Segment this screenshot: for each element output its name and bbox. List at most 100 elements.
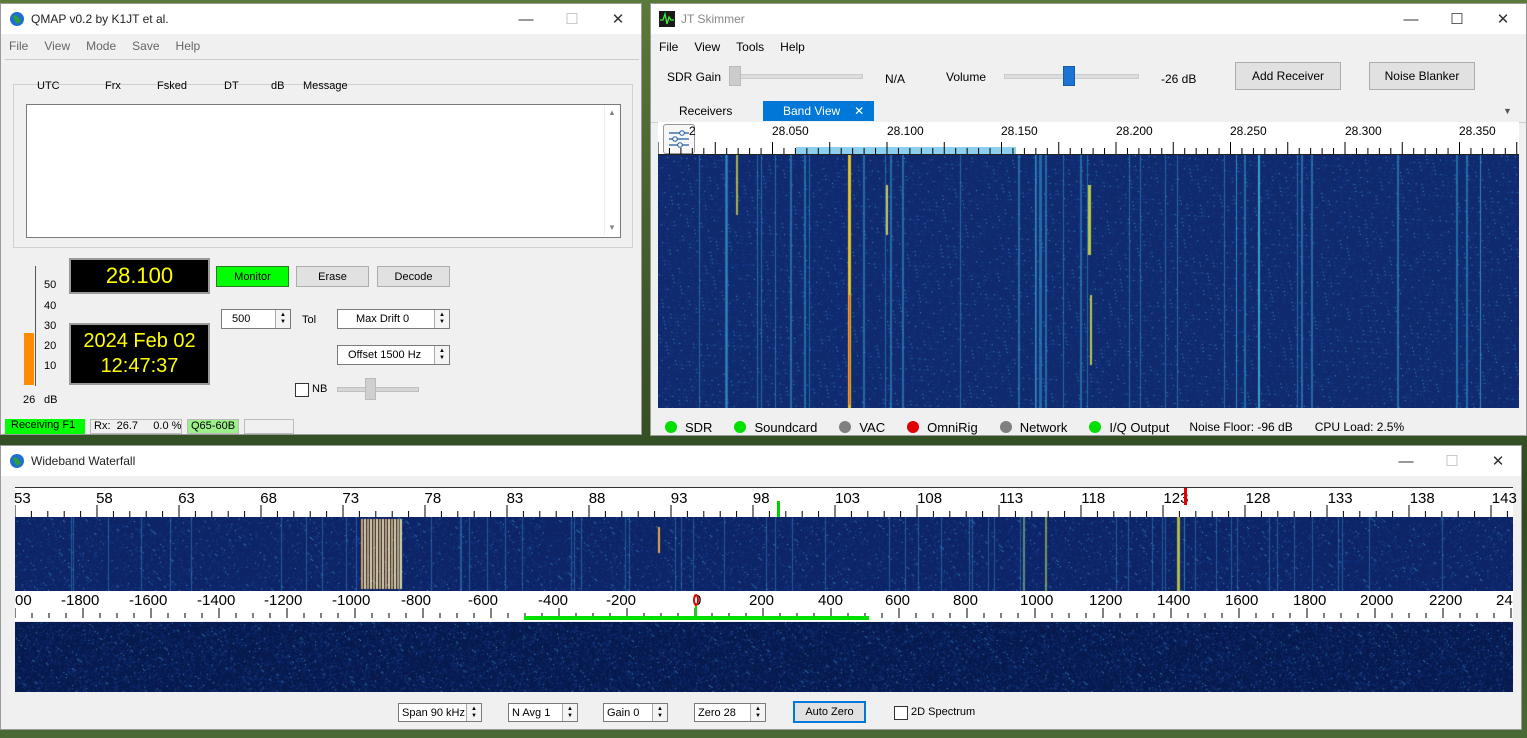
dial-marker-red[interactable]	[1184, 488, 1187, 505]
scale-tick-label: 98	[752, 490, 770, 507]
menu-mode[interactable]: Mode	[78, 39, 124, 53]
spin-arrows-icon[interactable]: ▲ ▼	[275, 310, 290, 328]
meter-tick-20: 20	[44, 340, 57, 352]
volume-slider-handle[interactable]	[1063, 66, 1075, 86]
qmap-titlebar[interactable]: QMAP v0.2 by K1JT et al. — ☐ ✕	[1, 4, 641, 34]
globe-icon	[9, 11, 25, 27]
globe-icon	[9, 453, 25, 469]
spin-arrows-icon[interactable]: ▲ ▼	[652, 704, 667, 721]
waterfall-canvas	[15, 517, 1513, 591]
add-receiver-button[interactable]: Add Receiver	[1235, 62, 1341, 90]
maximize-icon[interactable]: ☐	[1434, 4, 1480, 34]
minimize-icon[interactable]: —	[1383, 446, 1429, 476]
tab-receivers[interactable]: Receivers	[679, 104, 732, 118]
scale-tick-label: -1800	[61, 592, 100, 609]
spin-arrows-icon[interactable]: ▲ ▼	[434, 310, 449, 328]
spectrum-2d-checkbox[interactable]	[894, 706, 908, 720]
tol-value: 500	[232, 313, 251, 325]
wideband-window: Wideband Waterfall — ☐ ✕ 53 58 63 68 73 78 83 8…	[0, 445, 1522, 730]
menu-view[interactable]: View	[36, 39, 78, 53]
scale-tick-label: 68	[260, 490, 277, 507]
close-icon[interactable]: ✕	[595, 4, 641, 34]
noise-blanker-button[interactable]: Noise Blanker	[1369, 62, 1475, 90]
skimmer-title: JT Skimmer	[681, 12, 745, 26]
minimize-icon[interactable]: —	[503, 4, 549, 34]
menu-file[interactable]: File	[1, 39, 36, 53]
wideband-waterfall[interactable]	[15, 517, 1513, 591]
menu-tools[interactable]: Tools	[728, 40, 772, 54]
sdr-gain-slider-track[interactable]	[731, 74, 863, 79]
status-dot-icon	[999, 420, 1012, 433]
maximize-icon[interactable]: ☐	[549, 4, 595, 34]
meter-value: 26	[23, 394, 36, 406]
spin-arrows-icon[interactable]: ▲ ▼	[562, 704, 577, 721]
menu-save[interactable]: Save	[124, 39, 167, 53]
tol-spinbox[interactable]: 500 ▲ ▼	[221, 309, 291, 329]
scale-tick-label: 2200	[1429, 592, 1463, 609]
decode-textarea[interactable]	[26, 104, 621, 238]
max-drift-spinbox[interactable]: Max Drift 0 ▲ ▼	[337, 309, 450, 329]
menu-help[interactable]: Help	[772, 40, 813, 54]
volume-label: Volume	[946, 70, 987, 84]
nb-checkbox[interactable]	[295, 383, 309, 397]
date-display: 2024 Feb 02	[83, 330, 196, 352]
signal-meter-bar	[24, 333, 34, 385]
close-icon[interactable]: ✕	[1480, 4, 1526, 34]
maximize-icon[interactable]: ☐	[1429, 446, 1475, 476]
menu-view[interactable]: View	[686, 40, 728, 54]
offset-spinbox[interactable]: Offset 1500 Hz ▲ ▼	[337, 345, 450, 365]
skimmer-titlebar[interactable]: JT Skimmer — ☐ ✕	[651, 4, 1526, 34]
freq-tick: 28.300	[1345, 124, 1382, 138]
scale-tick-label: 600	[885, 592, 911, 609]
tab-overflow-icon[interactable]: ▼	[1503, 106, 1512, 116]
wideband-titlebar[interactable]: Wideband Waterfall — ☐ ✕	[1, 446, 1521, 476]
spin-arrows-icon[interactable]: ▲ ▼	[750, 704, 765, 721]
auto-zero-button[interactable]: Auto Zero	[793, 701, 866, 723]
erase-button[interactable]: Erase	[296, 266, 369, 287]
dial-marker-green[interactable]	[777, 501, 780, 517]
scale-tick-label: 108	[917, 490, 943, 507]
scale-tick-label: 138	[1409, 490, 1435, 507]
textarea-scrollbar[interactable]: ▲ ▼	[604, 105, 619, 235]
gain-spinbox[interactable]: Gain 0 ▲ ▼	[603, 703, 668, 722]
scale-tick-label: 88	[588, 490, 606, 507]
scale-tick-label: 128	[1245, 490, 1271, 507]
tab-band-view[interactable]: Band View ✕	[763, 101, 874, 121]
menu-file[interactable]: File	[651, 40, 686, 54]
scale-tick-label: -800	[401, 592, 432, 609]
zero-value: Zero 28	[698, 706, 736, 719]
zero-spinbox[interactable]: Zero 28 ▲ ▼	[694, 703, 766, 722]
status-rx: Rx: 26.7 0.0 %	[90, 419, 182, 434]
meter-tick-30: 30	[44, 320, 57, 332]
freq-display: 28.100	[69, 258, 210, 294]
scale-tick-label: 118	[1081, 490, 1106, 507]
cpu-load: CPU Load: 2.5%	[1314, 420, 1405, 434]
status-receiving: Receiving F1	[5, 419, 85, 434]
scale-tick-label: 24	[1496, 592, 1513, 609]
sdr-gain-slider-handle[interactable]	[729, 66, 741, 86]
time-display: 12:47:37	[100, 355, 179, 377]
signal-meter	[35, 266, 40, 386]
scale-tick-label: -1400	[197, 592, 236, 609]
tol-label: Tol	[302, 314, 317, 326]
spin-arrows-icon[interactable]: ▲ ▼	[434, 346, 449, 364]
nb-slider-handle[interactable]	[365, 378, 376, 400]
scale-tick-label: -200	[606, 592, 637, 609]
monitor-button[interactable]: Monitor	[216, 266, 289, 287]
close-icon[interactable]: ✕	[1475, 446, 1521, 476]
band-waterfall[interactable]	[658, 155, 1519, 408]
menu-help[interactable]: Help	[168, 39, 209, 53]
span-spinbox[interactable]: Span 90 kHz ▲ ▼	[398, 703, 482, 722]
center-marker[interactable]	[693, 594, 699, 606]
scale-tick-label: 133	[1327, 490, 1353, 507]
wideband-lower-waterfall[interactable]	[15, 622, 1513, 692]
navg-spinbox[interactable]: N Avg 1 ▲ ▼	[508, 703, 578, 722]
scale-tick-label: 800	[953, 592, 979, 609]
spin-arrows-icon[interactable]: ▲ ▼	[466, 704, 481, 721]
skimmer-menubar: File View Tools Help	[651, 36, 1526, 58]
decode-button[interactable]: Decode	[377, 266, 450, 287]
nb-slider-track[interactable]	[337, 387, 419, 392]
close-tab-icon[interactable]: ✕	[854, 104, 864, 118]
minimize-icon[interactable]: —	[1388, 4, 1434, 34]
status-empty	[244, 419, 294, 434]
